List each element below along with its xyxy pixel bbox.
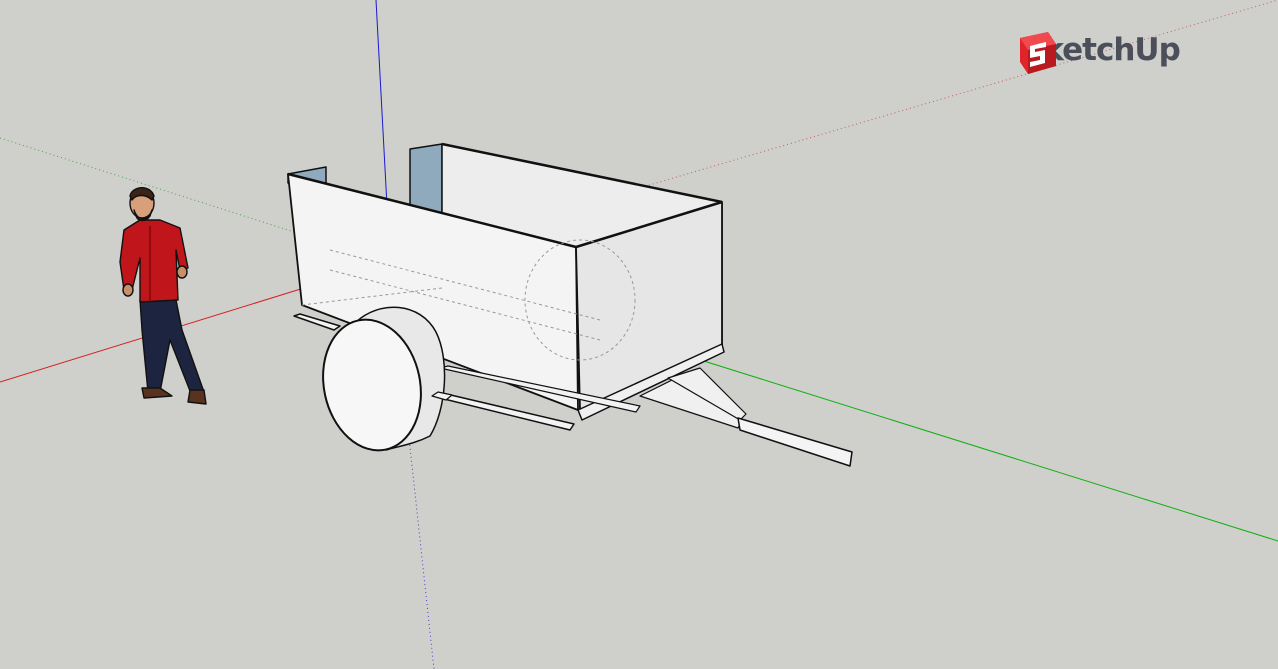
tongue-bar	[737, 417, 853, 467]
sketchup-logo: SketchUp	[1018, 32, 1181, 74]
back-face-right	[409, 143, 443, 216]
scale-figure[interactable]	[119, 187, 207, 405]
trailer-model[interactable]	[287, 142, 853, 467]
scene	[0, 0, 1278, 669]
3d-viewport[interactable]: SketchUp	[0, 0, 1278, 669]
